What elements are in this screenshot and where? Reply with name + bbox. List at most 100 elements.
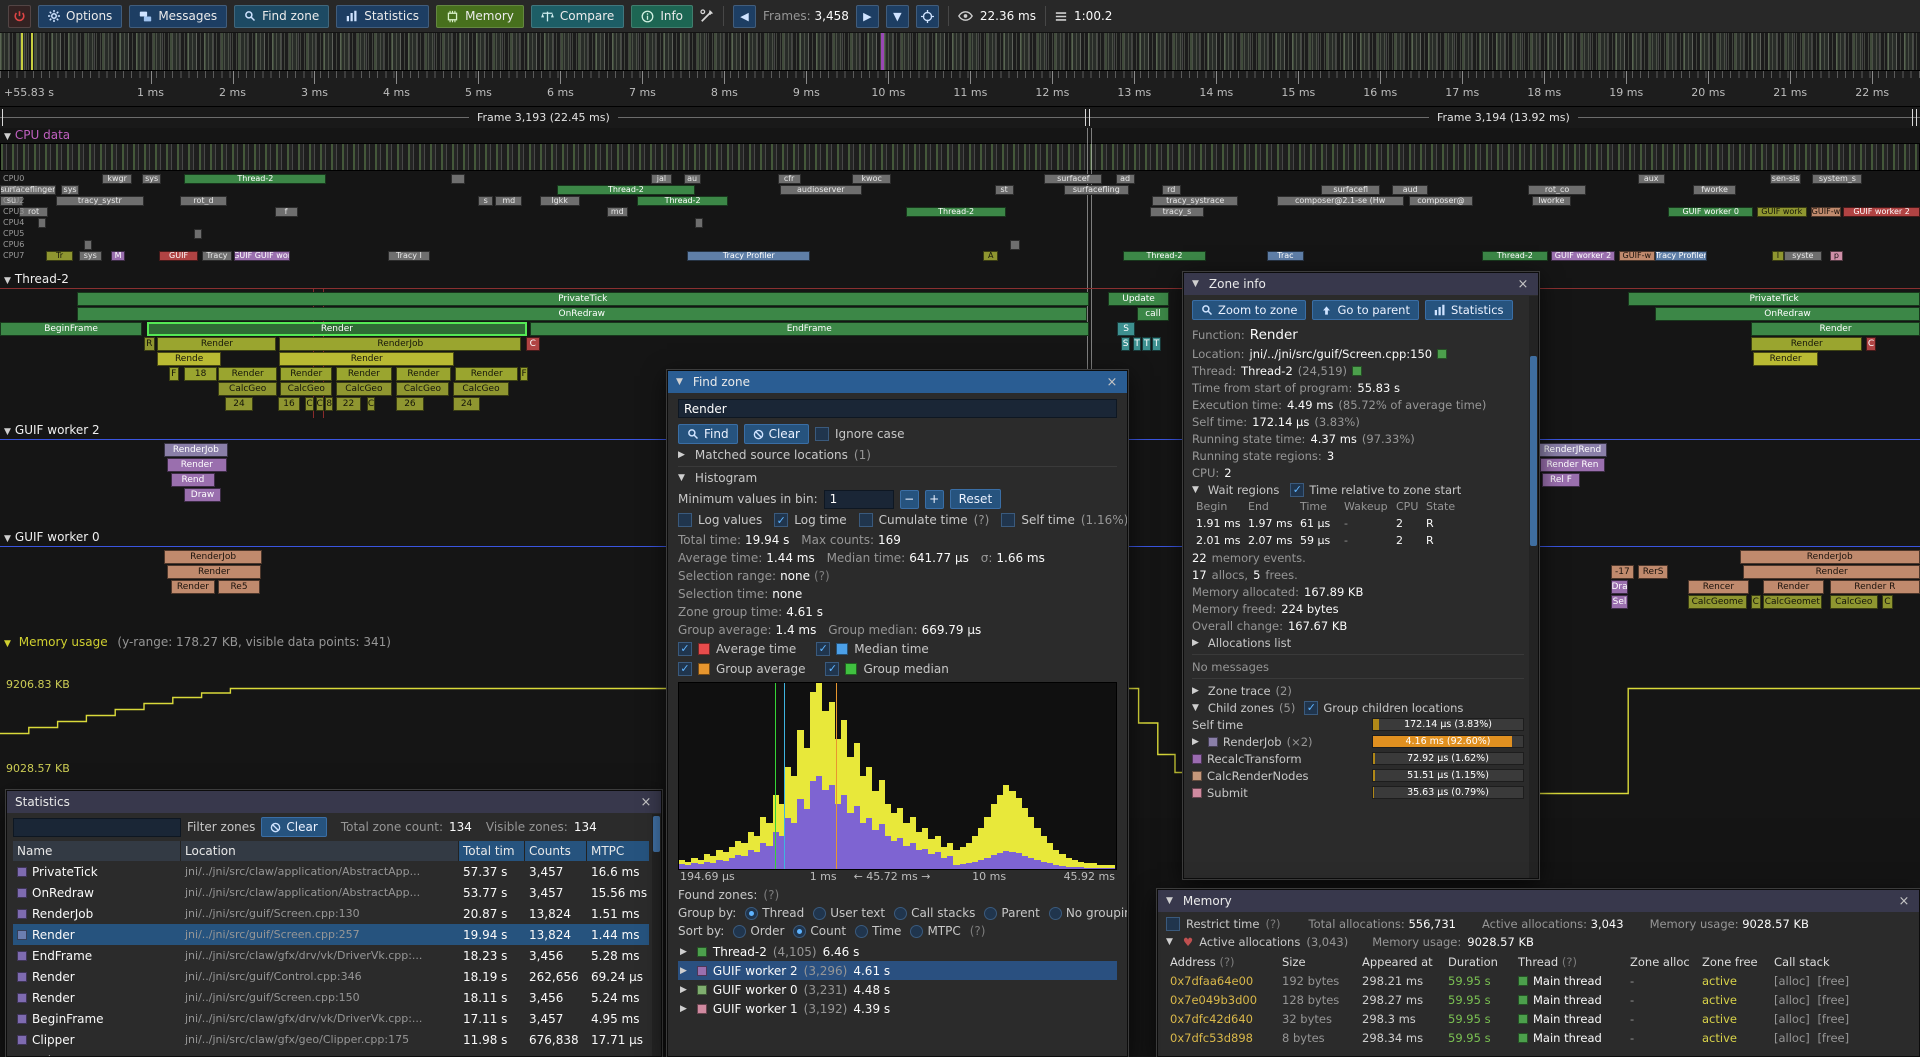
zone-GUIF worker 2[interactable]: GUIF worker 2 [1843,207,1920,217]
zone-tracy_s[interactable]: tracy_s [1150,207,1204,217]
radio-icon[interactable] [733,925,746,938]
zone-f[interactable]: f [275,207,298,217]
zone-segment[interactable] [84,240,92,250]
zone-C[interactable]: C [305,397,314,411]
help-hint[interactable]: (1.16%) [1081,513,1127,527]
collapse-triangle-icon[interactable]: ▼ [4,132,11,142]
zone-color-chip[interactable] [17,1014,27,1024]
goto-frame-button[interactable] [916,5,939,28]
collapse-triangle-icon[interactable]: ▼ [1166,896,1173,906]
allocation-column-Duration[interactable]: Duration [1444,955,1514,969]
zone-OnRedraw[interactable]: OnRedraw [77,307,1087,321]
zone-Render Ren[interactable]: Render Ren [1540,458,1605,472]
zone-rot_co[interactable]: rot_co [1528,185,1586,195]
zone-kwoc[interactable]: kwoc [852,174,890,184]
zone-composer@2.1-se (Hw[interactable]: composer@2.1-se (Hw [1277,196,1404,206]
histogram-chart[interactable] [678,682,1117,870]
thread-header-Thread-2[interactable]: ▼Thread-2 [4,272,69,286]
close-icon[interactable]: × [1897,894,1911,909]
zone-Render[interactable]: Render [1763,580,1824,594]
collapse-triangle-icon[interactable]: ▼ [1166,937,1173,947]
callstack-button[interactable]: [free] [1817,974,1849,988]
toolbar-button-options[interactable]: Options [38,5,122,28]
toolbar-button-memory[interactable]: Memory [436,5,524,28]
close-icon[interactable]: × [1105,375,1119,390]
zone-aud[interactable]: aud [1392,185,1428,195]
column-header-Counts[interactable]: Counts [525,841,587,861]
zone-au[interactable]: au [684,174,701,184]
zone-Rel F[interactable]: Rel F [1542,473,1580,487]
radio-icon[interactable] [813,907,826,920]
close-icon[interactable]: × [639,795,653,810]
radio-option-Thread[interactable]: Thread [745,906,804,920]
frame-markers-row[interactable]: Frame 3,193 (22.45 ms)Frame 3,194 (13.92… [0,107,1920,128]
help-hint[interactable]: (?) [970,924,986,938]
zone-C[interactable]: C [1882,595,1894,609]
zone-M[interactable]: M [111,251,124,261]
zone-segment[interactable] [1010,240,1020,250]
zone-Render[interactable]: Render [167,458,227,472]
statistics-button[interactable]: Statistics [1425,300,1513,320]
find-zone-search-input[interactable] [678,399,1117,418]
thread-header-GUIF-worker-2[interactable]: ▼GUIF worker 2 [4,423,100,437]
allocation-column-Zone-free[interactable]: Zone free [1698,955,1770,969]
source-color-chip[interactable] [1437,349,1447,359]
allocation-row[interactable]: 0x7dfc53d8988 bytes298.34 ms59.95 sMain … [1166,1028,1911,1047]
zone-Render[interactable]: Render [1751,322,1920,336]
radio-option-Count[interactable]: Count [793,924,846,938]
statistics-titlebar[interactable]: Statistics × [7,791,661,813]
zone-GUIF[interactable]: GUIF [159,251,197,261]
zone-s[interactable]: s [478,196,493,206]
scrollbar-thumb[interactable] [653,816,660,852]
zone-surfacef[interactable]: surfacef [1044,174,1102,184]
zone-RerS[interactable]: RerS [1638,565,1669,579]
collapse-triangle-icon[interactable]: ▼ [1192,279,1199,289]
callstack-button[interactable]: [free] [1817,1031,1849,1045]
zone-Re5[interactable]: Re5 [218,580,260,594]
find-zone-titlebar[interactable]: ▼ Find zone × [668,371,1127,393]
zone-sys[interactable]: sys [142,174,161,184]
help-hint[interactable]: (?) [814,569,830,583]
zone-Render[interactable]: Render [218,367,278,381]
found-zone-group[interactable]: ▶GUIF worker 2(3,296)4.61 s [678,961,1117,980]
zone-GUIF worker 2[interactable]: GUIF worker 2 [1551,251,1614,261]
power-button[interactable] [8,5,31,28]
zone-tracy_systrace[interactable]: tracy_systrace [1152,196,1238,206]
radio-icon[interactable] [745,907,758,920]
table-row[interactable]: Renderjni/../jni/src/guif/Screen.cpp:150… [13,987,649,1008]
wait-regions-header[interactable]: ▼ Wait regions ✓ Time relative to zone s… [1192,481,1524,498]
zone-16[interactable]: 16 [278,397,299,411]
table-row[interactable]: Renderjni/../jni/src/guif/Control.cpp:34… [13,966,649,987]
find-zone-window[interactable]: ▼ Find zone × Find Clear Ignore case ▶ M… [667,370,1128,1057]
zone-color-chip[interactable] [17,972,27,982]
table-row[interactable]: CalcGeometryjni/../jni/src/claw/graphics… [13,1050,649,1056]
collapse-triangle-icon[interactable]: ▶ [680,966,687,976]
zone-Draw[interactable]: Draw [184,488,220,502]
collapse-triangle-icon[interactable]: ▼ [4,534,11,544]
zone-24[interactable]: 24 [453,397,480,411]
column-header-Location[interactable]: Location [181,841,459,861]
zone-Render[interactable]: Render [396,367,452,381]
clear-button[interactable]: Clear [744,424,809,444]
radio-icon[interactable] [910,925,923,938]
zoom-to-zone-button[interactable]: Zoom to zone [1192,300,1306,320]
frame-menu-button[interactable]: ▼ [886,5,909,28]
zone-S[interactable]: S [1117,322,1134,336]
zone-Render[interactable]: Render [280,367,332,381]
toolbar-button-info[interactable]: Info [631,5,693,28]
zone-GUIF work[interactable]: GUIF work [1757,207,1807,217]
decrease-bin-button[interactable]: − [900,490,919,509]
zone-Tr[interactable]: Tr [46,251,73,261]
zone-RenderJob[interactable]: RenderJob [1740,550,1920,564]
clear-filter-button[interactable]: Clear [261,817,326,837]
zone-Thread-2[interactable]: Thread-2 [637,196,727,206]
zone-segment[interactable] [38,218,46,228]
zone-T[interactable]: T [1152,337,1161,351]
table-row[interactable]: BeginFramejni/../jni/src/claw/gfx/drv/vk… [13,1008,649,1029]
zone-color-chip[interactable] [17,993,27,1003]
column-header-Total-tim[interactable]: Total tim [459,841,525,861]
frame-marker[interactable]: Frame 3,193 (22.45 ms) [0,107,1087,128]
zone-S[interactable]: S [1121,337,1130,351]
relative-time-checkbox[interactable]: ✓ [1290,483,1304,497]
zone-CalcGeo[interactable]: CalcGeo [218,382,278,396]
